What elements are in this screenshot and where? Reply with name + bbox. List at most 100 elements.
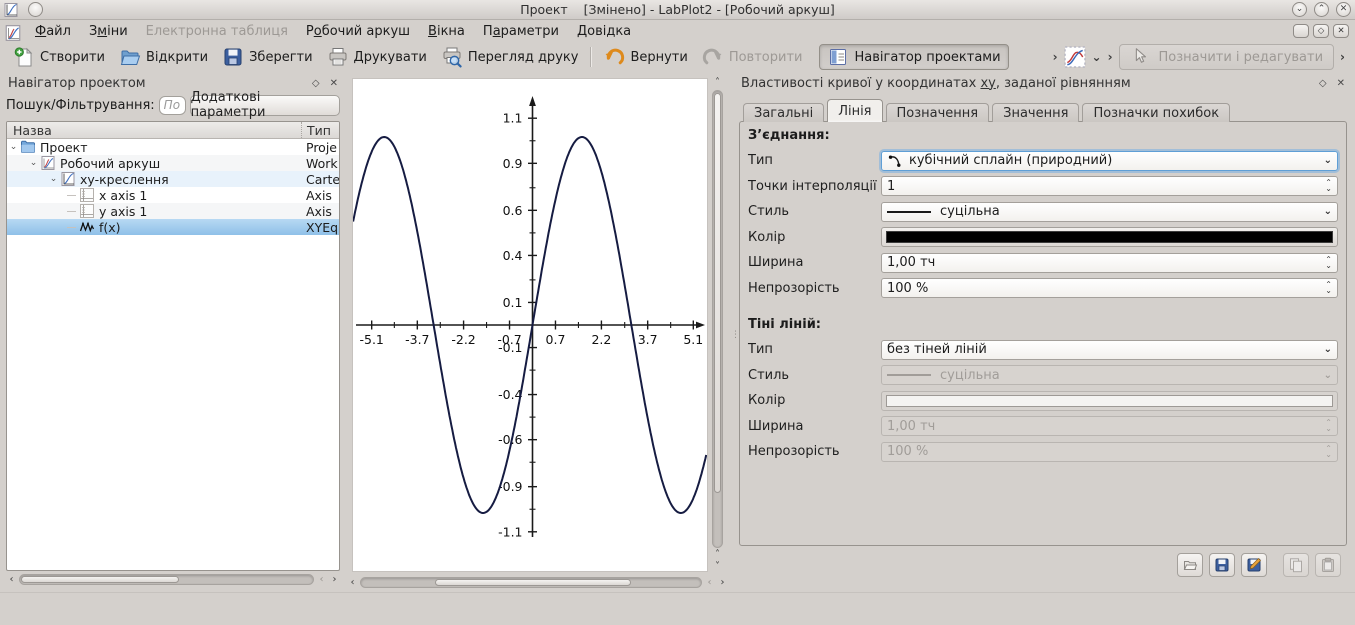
y-tick-label: 1.1 (503, 111, 523, 126)
color-swatch (886, 231, 1333, 243)
непрозорість-spinbox[interactable]: 100 %⌃⌄ (881, 278, 1338, 298)
undo-button[interactable]: Вернути (596, 44, 694, 70)
scroll-right-icon[interactable]: › (717, 578, 728, 588)
тип-combobox[interactable]: кубічний сплайн (природний)⌄ (881, 151, 1338, 171)
close-button[interactable]: ✕ (1336, 2, 1351, 17)
scroll-left-icon[interactable]: ‹ (316, 575, 327, 585)
x-tick-label: 5.1 (683, 332, 703, 347)
expander-icon[interactable]: ⌄ (47, 174, 60, 184)
dock-float-icon[interactable]: ◇ (312, 78, 320, 89)
scroll-left-icon[interactable]: ‹ (347, 578, 358, 588)
expander-icon[interactable]: ⌄ (27, 158, 40, 168)
open-button[interactable]: Відкрити (112, 44, 215, 70)
plot-canvas[interactable]: -5.1-3.7-2.2-0.70.72.23.75.11.10.90.60.4… (352, 78, 708, 572)
new-icon (13, 46, 35, 68)
tab-позначення[interactable]: Позначення (886, 103, 990, 122)
tab-позначки-похибок[interactable]: Позначки похибок (1082, 103, 1230, 122)
spinbox-arrows-icon[interactable]: ⌃⌄ (1325, 257, 1332, 269)
tree-row-проект[interactable]: ⌄ПроектProje (7, 139, 339, 155)
print-preview-button[interactable]: Перегляд друку (434, 44, 586, 70)
property-row: Колір (748, 388, 1338, 414)
ширина-spinbox[interactable]: 1,00 тч⌃⌄ (881, 253, 1338, 273)
x-tick-label: -3.7 (405, 332, 429, 347)
expander-icon[interactable]: ⌄ (7, 142, 20, 152)
column-header-name[interactable]: Назва (7, 122, 301, 138)
minimize-button[interactable]: ⌄ (1292, 2, 1307, 17)
toolbar-overflow-icon[interactable]: › (1108, 50, 1113, 64)
menu-параметри[interactable]: Параметри (474, 22, 568, 42)
open-icon (119, 46, 141, 68)
ширина-spinbox: 1,00 тч⌃⌄ (881, 416, 1338, 436)
save-as-template-button[interactable] (1241, 553, 1267, 577)
spinbox-arrows-icon[interactable]: ⌃⌄ (1325, 180, 1332, 192)
property-row: Непрозорість100 %⌃⌄ (748, 439, 1338, 465)
menu-довідка[interactable]: Довідка (568, 22, 640, 42)
tree-row-xy-креслення[interactable]: ⌄xy-кресленняCarte (7, 171, 339, 187)
search-input[interactable] (159, 96, 186, 115)
mdi-minimize-button[interactable] (1293, 24, 1309, 38)
scroll-left-icon[interactable]: ‹ (6, 575, 17, 585)
save-button[interactable]: Зберегти (215, 44, 319, 70)
menu-робочий-аркуш[interactable]: Робочий аркуш (297, 22, 419, 42)
scroll-left-icon[interactable]: ‹ (704, 578, 715, 588)
тип-combobox[interactable]: без тіней ліній⌄ (881, 340, 1338, 360)
tree-hscrollbar[interactable]: ‹ ‹ › (6, 573, 340, 586)
tree-row-f(x)[interactable]: f(x)XYEq (7, 219, 339, 235)
scroll-up-icon[interactable]: ˄ (712, 78, 723, 88)
combobox-value: кубічний сплайн (природний) (909, 153, 1112, 168)
worksheet-hscrollbar[interactable]: ‹ ‹ › (347, 576, 728, 589)
spinbox-arrows-icon[interactable]: ⌃⌄ (1325, 282, 1332, 294)
load-template-button[interactable] (1177, 553, 1203, 577)
стиль-combobox[interactable]: суцільна⌄ (881, 202, 1338, 222)
new-button[interactable]: Створити (6, 44, 112, 70)
dock-close-icon[interactable]: ✕ (330, 78, 338, 89)
property-label: Ширина (748, 419, 881, 434)
dock-float-icon[interactable]: ◇ (1319, 78, 1327, 89)
tree-row-x-axis-1[interactable]: x axis 1Axis (7, 187, 339, 203)
menu-файл[interactable]: Файл (26, 22, 80, 42)
chevron-down-icon[interactable]: ⌄ (1092, 50, 1102, 64)
menu-вікна[interactable]: Вікна (419, 22, 474, 42)
точки-інтерполяції-spinbox[interactable]: 1⌃⌄ (881, 176, 1338, 196)
mdi-restore-button[interactable]: ◇ (1313, 24, 1329, 38)
spinbox-arrows-icon: ⌃⌄ (1325, 420, 1332, 432)
dock-close-icon[interactable]: ✕ (1337, 78, 1345, 89)
tab-загальні[interactable]: Загальні (743, 103, 824, 122)
worksheet-vscrollbar[interactable]: ˄ ˄ ˅ (710, 78, 725, 572)
menu-зміни[interactable]: Зміни (80, 22, 137, 42)
toolbar-overflow-icon[interactable]: › (1053, 50, 1058, 64)
scroll-right-icon[interactable]: › (329, 575, 340, 585)
property-label: Колір (748, 230, 881, 245)
dock-title-text: Властивості кривої у координатах xy, зад… (741, 76, 1131, 91)
scroll-down-icon[interactable]: ˅ (712, 562, 723, 572)
tree-row-робочий-аркуш[interactable]: ⌄Робочий аркушWork (7, 155, 339, 171)
spinbox-value: 100 % (887, 444, 928, 459)
tree-item-label: xy-креслення (80, 172, 169, 187)
dock-title-text: Навігатор проектом (8, 76, 146, 91)
scrollbar-thumb[interactable] (714, 93, 721, 493)
y-tick-label: -0.1 (498, 340, 522, 355)
worksheet-view: -5.1-3.7-2.2-0.70.72.23.75.11.10.90.60.4… (345, 72, 737, 590)
tree-item-label: Проект (40, 140, 88, 155)
tab-лінія[interactable]: Лінія (827, 99, 882, 122)
toolbar-button-label: Повторити (729, 50, 803, 65)
print-button[interactable]: Друкувати (320, 44, 434, 70)
колір-color-button[interactable] (881, 227, 1338, 247)
tab-значення[interactable]: Значення (992, 103, 1079, 122)
column-header-type[interactable]: Тип (301, 122, 339, 138)
titlebar-menu-button[interactable] (28, 2, 43, 17)
toolbar-overflow-icon[interactable]: › (1340, 50, 1345, 64)
maximize-button[interactable]: ⌃ (1314, 2, 1329, 17)
scrollbar-thumb[interactable] (435, 579, 631, 586)
curve-style-button[interactable] (1064, 46, 1086, 68)
tree-row-y-axis-1[interactable]: y axis 1Axis (7, 203, 339, 219)
save-template-button[interactable] (1209, 553, 1235, 577)
scrollbar-thumb[interactable] (21, 576, 179, 583)
toolbar-button-label: Друкувати (354, 50, 427, 65)
mdi-close-button[interactable]: ✕ (1333, 24, 1349, 38)
xy-plot: -5.1-3.7-2.2-0.70.72.23.75.11.10.90.60.4… (353, 79, 707, 571)
group-title: Тіні ліній: (748, 317, 1338, 337)
more-options-button[interactable]: Додаткові параметри (190, 95, 340, 116)
project-explorer-button[interactable]: Навігатор проектами (819, 44, 1008, 70)
scroll-up-icon[interactable]: ˄ (712, 550, 723, 560)
